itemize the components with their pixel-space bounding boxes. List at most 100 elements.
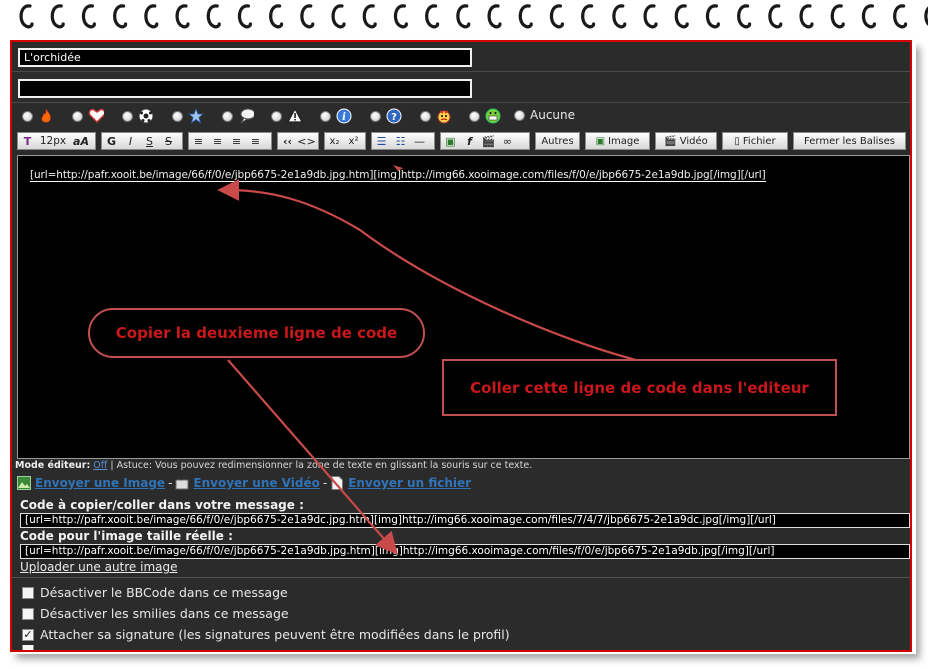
icon-option-star[interactable] — [172, 108, 204, 124]
message-options: Désactiver le BBCode dans ce message Dés… — [22, 582, 510, 650]
spiral-ring — [487, 4, 502, 29]
radio-button[interactable] — [271, 110, 282, 122]
radio-button[interactable] — [469, 110, 480, 122]
icon-option-question[interactable]: ? — [370, 108, 402, 124]
radio-button[interactable] — [420, 110, 431, 122]
underline-button[interactable]: S — [140, 133, 159, 149]
bullet-list-icon[interactable]: ☰ — [372, 133, 391, 149]
icon-option-grin[interactable] — [469, 108, 501, 124]
option-attach-signature[interactable]: ✓ Attacher sa signature (les signatures p… — [22, 624, 510, 645]
quote-button[interactable]: ‹‹ — [278, 133, 297, 149]
other-button[interactable]: Autres — [535, 132, 580, 150]
spiral-ring — [81, 4, 96, 29]
icon-option-info[interactable]: i — [320, 108, 352, 124]
checkbox[interactable] — [22, 645, 34, 650]
title-row — [12, 42, 910, 72]
subscript-button[interactable]: x₂ — [325, 133, 344, 149]
radio-button[interactable] — [370, 110, 381, 122]
spiral-ring — [144, 4, 159, 29]
icon-option-angry[interactable] — [420, 108, 452, 124]
align-left-icon[interactable]: ≡ — [189, 133, 208, 149]
icon-option-heart[interactable] — [72, 108, 104, 124]
send-image-link[interactable]: Envoyer une Image — [35, 476, 165, 490]
close-tags-button[interactable]: Fermer les Balises — [793, 132, 906, 150]
radio-button[interactable] — [222, 110, 233, 122]
copy-code-field[interactable]: [url=http://pafr.xooit.be/image/66/f/0/e… — [20, 513, 910, 528]
spiral-ring — [206, 4, 221, 29]
upload-another-link[interactable]: Uploader une autre image — [20, 560, 178, 574]
radio-button[interactable] — [122, 110, 133, 122]
svg-text:i: i — [342, 112, 346, 123]
strike-button[interactable]: S — [159, 133, 178, 149]
horizontal-rule-icon[interactable]: — — [410, 133, 429, 149]
icon-option-speech[interactable] — [222, 108, 254, 124]
icon-option-soccer[interactable] — [122, 108, 154, 124]
font-style-button[interactable]: aA — [69, 133, 93, 149]
align-center-icon[interactable]: ≡ — [208, 133, 227, 149]
file-upload-icon — [331, 476, 344, 490]
file-button-label: Fichier — [742, 135, 776, 147]
spiral-ring — [300, 4, 315, 29]
message-icon-row: i ? Aucune — [12, 104, 910, 128]
option-disable-smilies[interactable]: Désactiver les smilies dans ce message — [22, 603, 510, 624]
spiral-ring — [674, 4, 689, 29]
checkbox[interactable] — [22, 607, 34, 620]
message-editor[interactable]: [url=http://pafr.xooit.be/image/66/f/0/e… — [17, 155, 910, 459]
video-button[interactable]: 🎬 Vidéo — [655, 132, 717, 150]
title-input[interactable] — [18, 48, 472, 67]
radio-button[interactable] — [172, 110, 183, 122]
radio-button[interactable] — [320, 110, 331, 122]
option-disable-bbcode[interactable]: Désactiver le BBCode dans ce message — [22, 582, 510, 603]
editor-mode-toggle[interactable]: Off — [93, 460, 107, 471]
icon-option-none[interactable]: Aucune — [514, 108, 575, 122]
radio-button[interactable] — [22, 110, 33, 122]
code-button[interactable]: <> — [297, 133, 316, 149]
send-video-link[interactable]: Envoyer une Vidéo — [193, 476, 319, 490]
video-button-label: Vidéo — [679, 135, 708, 147]
description-input[interactable] — [18, 79, 472, 98]
warning-icon — [287, 108, 303, 124]
angry-face-icon — [436, 108, 452, 124]
image-button[interactable]: ▣ Image — [585, 132, 650, 150]
divider — [12, 577, 910, 578]
numbered-list-icon[interactable]: ☷ — [391, 133, 410, 149]
checkbox-checked[interactable]: ✓ — [22, 628, 34, 641]
icon-option-flame[interactable] — [22, 108, 54, 124]
link-icon[interactable]: ∞ — [498, 133, 517, 149]
image-button-label: Image — [608, 135, 640, 147]
script-group: x₂ x² — [324, 132, 366, 150]
spiral-ring — [705, 4, 720, 29]
italic-button[interactable]: I — [121, 133, 140, 149]
align-right-icon[interactable]: ≡ — [227, 133, 246, 149]
editor-content: [url=http://pafr.xooit.be/image/66/f/0/e… — [30, 169, 766, 182]
info-icon: i — [336, 108, 352, 124]
spiral-ring — [425, 4, 440, 29]
file-button[interactable]: ▯ Fichier — [722, 132, 788, 150]
post-form-panel: i ? Aucune T 12px aA G I S S ≡ ≡ ≡ — [10, 40, 912, 652]
align-justify-icon[interactable]: ≡ — [246, 133, 265, 149]
speech-bubble-icon — [238, 108, 254, 124]
superscript-button[interactable]: x² — [344, 133, 363, 149]
flash-icon[interactable]: f — [460, 133, 479, 149]
radio-button[interactable] — [72, 110, 83, 122]
image-upload-icon — [17, 476, 31, 490]
spiral-ring — [113, 4, 128, 29]
text-color-icon[interactable]: T — [18, 133, 37, 149]
font-size-select[interactable]: 12px — [37, 133, 69, 149]
page: i ? Aucune T 12px aA G I S S ≡ ≡ ≡ — [0, 0, 928, 669]
radio-button[interactable] — [514, 109, 525, 121]
checkbox[interactable] — [22, 586, 34, 599]
separator: - — [322, 476, 328, 490]
icon-option-warning[interactable] — [271, 108, 303, 124]
image-insert-icon[interactable]: ▣ — [441, 133, 460, 149]
editor-mode-label: Mode éditeur: — [15, 460, 91, 471]
bold-button[interactable]: G — [102, 133, 121, 149]
send-file-link[interactable]: Envoyer un fichier — [348, 476, 471, 490]
real-size-code-field[interactable]: [url=http://pafr.xooit.be/image/66/f/0/e… — [20, 544, 910, 559]
spiral-ring — [893, 4, 908, 29]
spiral-binding — [0, 0, 928, 40]
video-upload-icon — [175, 476, 189, 490]
film-icon[interactable]: 🎬 — [479, 133, 498, 149]
upload-links: Envoyer une Image - Envoyer une Vidéo - … — [17, 474, 471, 492]
spiral-rings — [19, 4, 928, 29]
